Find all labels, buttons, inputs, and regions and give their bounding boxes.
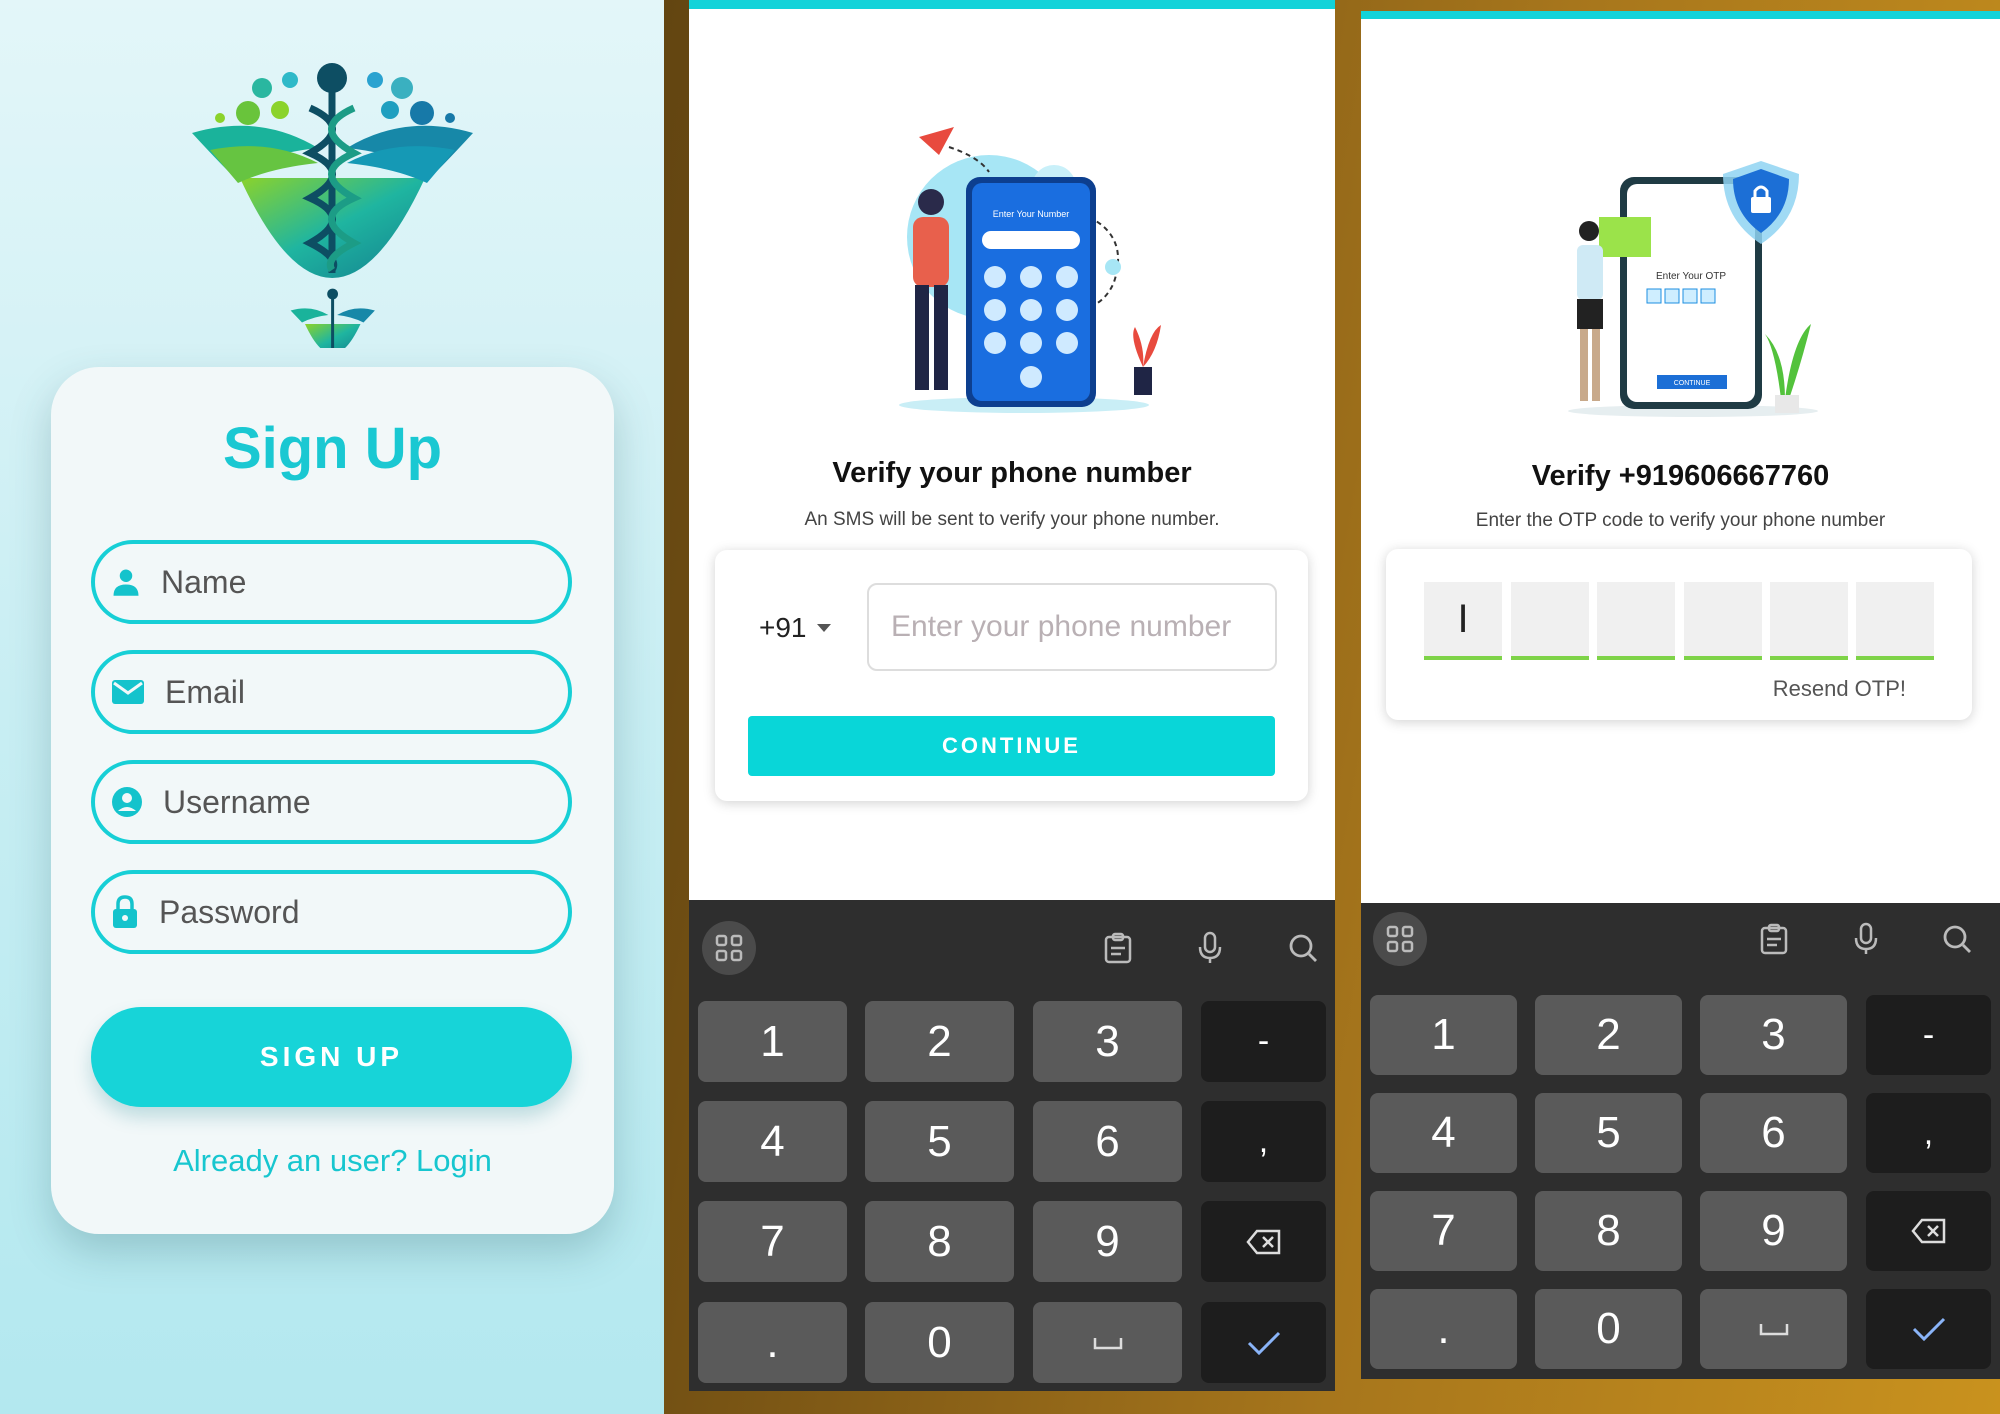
otp-digit-1[interactable]: I — [1424, 582, 1502, 660]
key-9[interactable]: 9 — [1700, 1191, 1847, 1271]
key-hyphen[interactable]: - — [1866, 995, 1991, 1075]
otp-digit-3[interactable] — [1597, 582, 1675, 660]
key-period[interactable]: . — [698, 1302, 847, 1383]
key-hyphen[interactable]: - — [1201, 1001, 1326, 1082]
key-5[interactable]: 5 — [1535, 1093, 1682, 1173]
grid-icon[interactable] — [1373, 912, 1427, 966]
otp-digit-2[interactable] — [1511, 582, 1589, 660]
page-title: Verify your phone number — [832, 457, 1192, 489]
page-subtitle: Enter the OTP code to verify your phone … — [1475, 510, 1886, 531]
continue-button[interactable]: CONTINUE — [748, 716, 1275, 776]
caduceus-logo — [190, 58, 475, 354]
key-0[interactable]: 0 — [1535, 1289, 1682, 1369]
key-period[interactable]: . — [1370, 1289, 1517, 1369]
page-title: Verify +919606667760 — [1531, 460, 1830, 492]
signup-button[interactable]: SIGN UP — [91, 1007, 572, 1107]
phone-entry-illustration: Enter Your Number — [879, 127, 1169, 422]
phone-entry-card: +91 CONTINUE — [715, 550, 1308, 801]
key-4[interactable]: 4 — [1370, 1093, 1517, 1173]
done-key[interactable] — [1201, 1302, 1326, 1383]
otp-card: I Resend OTP! — [1386, 549, 1972, 720]
login-link[interactable]: Already an user? Login — [51, 1143, 614, 1179]
key-comma[interactable]: , — [1201, 1101, 1326, 1182]
key-1[interactable]: 1 — [698, 1001, 847, 1082]
otp-digit-6[interactable] — [1856, 582, 1934, 660]
verify-phone-screen: Enter Your Number Verify your phone numb… — [689, 0, 1335, 1391]
password-field[interactable] — [91, 870, 579, 954]
space-key[interactable] — [1700, 1289, 1847, 1369]
check-icon — [1247, 1331, 1280, 1355]
key-5[interactable]: 5 — [865, 1101, 1014, 1182]
key-2[interactable]: 2 — [865, 1001, 1014, 1082]
microphone-icon[interactable] — [1839, 912, 1893, 966]
country-code-select[interactable]: +91 — [759, 612, 831, 644]
clipboard-icon[interactable] — [1747, 912, 1801, 966]
numeric-keyboard: 1 2 3 - 4 5 6 , 7 8 9 . 0 — [689, 900, 1335, 1391]
key-0[interactable]: 0 — [865, 1302, 1014, 1383]
illustration-caption: Enter Your Number — [993, 209, 1070, 219]
check-icon — [1912, 1317, 1945, 1341]
signup-screen: Sign Up SIGN UP Already an — [0, 0, 664, 1414]
email-input[interactable] — [165, 673, 585, 711]
search-icon[interactable] — [1930, 912, 1984, 966]
username-field[interactable] — [91, 760, 583, 844]
backspace-key[interactable] — [1866, 1191, 1991, 1271]
email-field[interactable] — [91, 650, 585, 734]
key-8[interactable]: 8 — [1535, 1191, 1682, 1271]
page-subtitle: An SMS will be sent to verify your phone… — [804, 509, 1220, 530]
done-key[interactable] — [1866, 1289, 1991, 1369]
search-icon[interactable] — [1276, 921, 1330, 975]
phone-input[interactable] — [867, 583, 1277, 671]
space-bar-icon — [1093, 1337, 1122, 1349]
illustration-caption: Enter Your OTP — [1656, 271, 1726, 282]
person-icon — [111, 565, 141, 599]
otp-illustration: Enter Your OTP CONTINUE — [1553, 149, 1823, 424]
otp-digit-5[interactable] — [1770, 582, 1848, 660]
grid-icon[interactable] — [702, 921, 756, 975]
mail-icon — [111, 675, 145, 709]
space-key[interactable] — [1033, 1302, 1182, 1383]
key-2[interactable]: 2 — [1535, 995, 1682, 1075]
key-4[interactable]: 4 — [698, 1101, 847, 1182]
username-input[interactable] — [163, 783, 583, 821]
key-7[interactable]: 7 — [1370, 1191, 1517, 1271]
backspace-icon — [1245, 1229, 1280, 1254]
page-title: Sign Up — [222, 416, 443, 481]
clipboard-icon[interactable] — [1091, 921, 1145, 975]
password-input[interactable] — [159, 893, 579, 931]
space-bar-icon — [1759, 1324, 1788, 1336]
country-code: +91 — [759, 612, 807, 643]
account-circle-icon — [111, 785, 143, 819]
numeric-keyboard: 1 2 3 - 4 5 6 , 7 8 9 . 0 — [1361, 903, 2000, 1379]
verify-otp-screen: Enter Your OTP CONTINUE Verify +91960666… — [1361, 11, 2000, 1379]
backspace-key[interactable] — [1201, 1201, 1326, 1282]
key-1[interactable]: 1 — [1370, 995, 1517, 1075]
key-8[interactable]: 8 — [865, 1201, 1014, 1282]
backspace-icon — [1910, 1218, 1945, 1244]
lock-icon — [111, 895, 139, 929]
name-input[interactable] — [161, 563, 581, 601]
signup-card: Sign Up SIGN UP Already an — [51, 367, 614, 1234]
key-7[interactable]: 7 — [698, 1201, 847, 1282]
key-comma[interactable]: , — [1866, 1093, 1991, 1173]
resend-otp-link[interactable]: Resend OTP! — [1773, 676, 1906, 702]
otp-digit-4[interactable] — [1684, 582, 1762, 660]
chevron-down-icon — [816, 624, 831, 632]
key-3[interactable]: 3 — [1033, 1001, 1182, 1082]
microphone-icon[interactable] — [1183, 921, 1237, 975]
key-9[interactable]: 9 — [1033, 1201, 1182, 1282]
key-3[interactable]: 3 — [1700, 995, 1847, 1075]
illustration-button: CONTINUE — [1674, 380, 1711, 387]
key-6[interactable]: 6 — [1700, 1093, 1847, 1173]
name-field[interactable] — [91, 540, 581, 624]
key-6[interactable]: 6 — [1033, 1101, 1182, 1182]
